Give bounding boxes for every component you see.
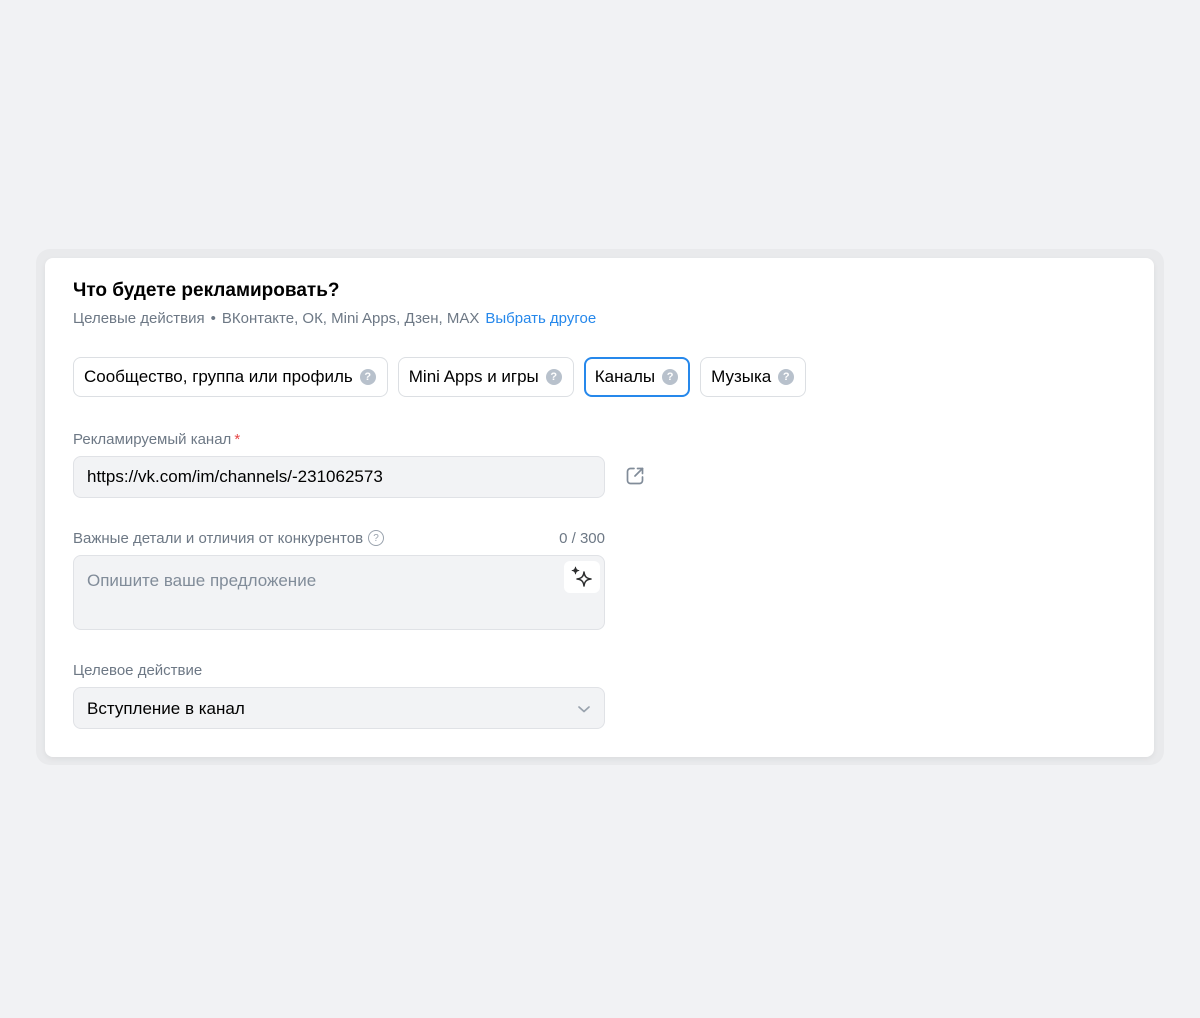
subtitle-prefix: Целевые действия: [73, 310, 205, 327]
details-field-label: Важные детали и отличия от конкурентов?: [73, 530, 385, 547]
target-action-select[interactable]: Вступление в канал: [73, 687, 605, 729]
tab-label: Музыка: [711, 367, 772, 386]
subtitle-separator: •: [210, 310, 216, 327]
tab-community[interactable]: Сообщество, группа или профиль ?: [73, 357, 388, 397]
channel-url-field: [73, 456, 605, 498]
section-subtitle: Целевые действия • ВКонтакте, ОК, Mini App…: [73, 310, 596, 327]
tab-label: Каналы: [594, 367, 656, 386]
details-label-text: Важные детали и отличия от конкурентов: [73, 530, 364, 547]
tab-music[interactable]: Музыка ?: [700, 357, 807, 397]
ai-generate-button[interactable]: [564, 561, 600, 593]
chevron-down-icon: [578, 706, 590, 713]
question-circle-icon[interactable]: ?: [359, 369, 376, 385]
tab-label: Сообщество, группа или профиль: [84, 367, 353, 386]
object-type-tabs: Сообщество, группа или профиль ? Mini Ap…: [73, 357, 807, 397]
required-mark: *: [234, 431, 241, 448]
tab-mini-apps[interactable]: Mini Apps и игры ?: [397, 357, 574, 397]
details-field: [73, 555, 605, 630]
channel-label-text: Рекламируемый канал: [73, 431, 232, 448]
character-counter: 0 / 300: [559, 530, 605, 547]
channel-field-label: Рекламируемый канал *: [73, 431, 240, 448]
question-circle-icon[interactable]: ?: [778, 369, 795, 385]
sparkle-icon: [571, 566, 592, 587]
tab-label: Mini Apps и игры: [408, 367, 539, 386]
target-action-label: Целевое действие: [73, 662, 203, 679]
question-circle-icon[interactable]: ?: [662, 369, 679, 385]
channel-url-input[interactable]: [87, 457, 587, 497]
choose-other-link[interactable]: Выбрать другое: [485, 310, 596, 327]
question-circle-icon[interactable]: ?: [545, 369, 562, 385]
question-circle-icon[interactable]: ?: [368, 530, 385, 547]
target-action-value: Вступление в канал: [87, 699, 245, 718]
subtitle-platforms: ВКонтакте, ОК, Mini Apps, Дзен, MAX: [221, 310, 480, 327]
external-link-icon[interactable]: [624, 465, 646, 487]
promotion-object-card: Что будете рекламировать? Целевые действ…: [45, 258, 1154, 757]
tab-channels[interactable]: Каналы ?: [583, 357, 691, 397]
details-textarea[interactable]: [87, 571, 557, 621]
section-title: Что будете рекламировать?: [73, 280, 340, 301]
